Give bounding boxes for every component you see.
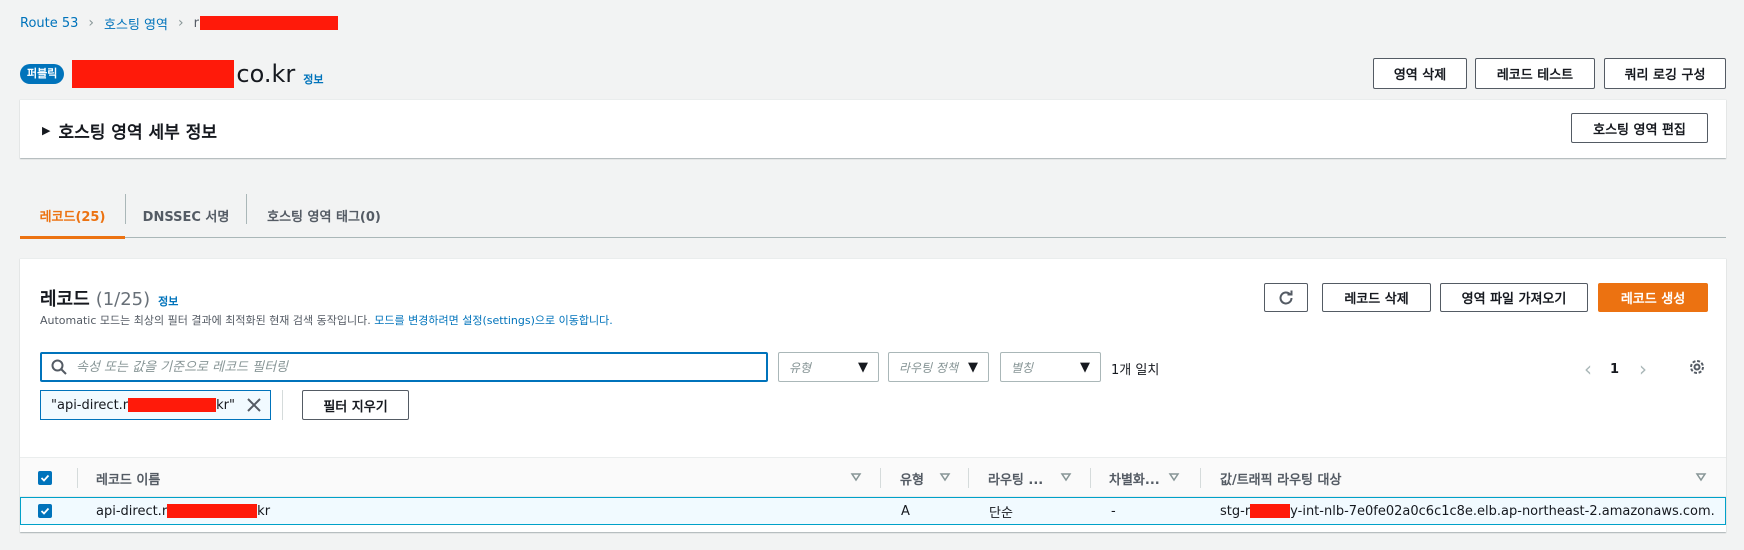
pagination: ‹ 1 ›: [1584, 357, 1647, 381]
search-icon: [42, 359, 76, 375]
column-header-differentiator[interactable]: 차별화...: [1109, 458, 1160, 498]
settings-link[interactable]: 모드를 변경하려면 설정(settings)으로 이동합니다.: [374, 314, 612, 327]
records-description: Automatic 모드는 최상의 필터 결과에 최적화된 현재 검색 동작입니…: [40, 312, 613, 328]
redaction-block: [199, 16, 338, 30]
tab-hosted-zone-tags[interactable]: 호스팅 영역 태그(0): [247, 192, 401, 238]
zone-header: 퍼블릭 co.kr 정보: [20, 57, 323, 91]
column-divider: [1090, 468, 1091, 488]
caret-right-icon: ▶: [42, 124, 51, 137]
test-record-button[interactable]: 레코드 테스트: [1475, 58, 1595, 89]
record-value-prefix: stg-r: [1220, 503, 1251, 519]
tabs: 레코드(25) DNSSEC 서명 호스팅 영역 태그(0): [20, 192, 1726, 239]
column-header-value[interactable]: 값/트래픽 라우팅 대상: [1220, 458, 1341, 498]
redaction-block: [128, 398, 217, 412]
sort-icon[interactable]: [1060, 471, 1072, 483]
public-badge: 퍼블릭: [20, 64, 65, 84]
caret-down-icon: ▼: [968, 359, 978, 375]
record-name-suffix: kr: [257, 503, 271, 519]
table-row[interactable]: api-direct.r kr A 단순 - stg-r y-int-nlb-7…: [20, 497, 1726, 525]
search-input[interactable]: [76, 359, 736, 375]
alias-filter-select[interactable]: 별칭 ▼: [1000, 352, 1101, 382]
chevron-right-icon: ›: [88, 15, 95, 31]
create-record-button[interactable]: 레코드 생성: [1598, 283, 1708, 312]
records-heading: 레코드 (1/25) 정보: [40, 285, 178, 311]
caret-down-icon: ▼: [858, 359, 868, 375]
column-divider: [968, 468, 969, 488]
page-title: co.kr: [72, 60, 295, 88]
record-name-cell: api-direct.r kr: [96, 498, 270, 524]
tab-records[interactable]: 레코드(25): [20, 192, 125, 239]
records-title: 레코드: [40, 289, 90, 310]
details-title: 호스팅 영역 세부 정보: [58, 123, 217, 143]
filter-token: "api-direct.r kr": [40, 390, 271, 420]
routing-policy-filter-select[interactable]: 라우팅 정책 ▼: [888, 352, 989, 382]
caret-down-icon: ▼: [1080, 359, 1090, 375]
close-icon[interactable]: [244, 395, 264, 415]
search-mode-text: Automatic 모드는 최상의 필터 결과에 최적화된 현재 검색 동작입니…: [40, 314, 371, 327]
breadcrumb-current-prefix: r: [193, 15, 199, 31]
delete-record-button[interactable]: 레코드 삭제: [1322, 283, 1431, 312]
select-all-checkbox[interactable]: [38, 471, 52, 485]
gear-icon[interactable]: [1688, 358, 1706, 380]
column-header-record-name[interactable]: 레코드 이름: [96, 458, 160, 498]
chevron-left-icon[interactable]: ‹: [1584, 357, 1592, 381]
refresh-icon: [1279, 290, 1293, 304]
match-count: 1개 일치: [1111, 363, 1160, 378]
filter-token-prefix: "api-direct.r: [51, 397, 129, 413]
routing-filter-label: 라우팅 정책: [899, 360, 959, 375]
records-panel: 레코드 (1/25) 정보 Automatic 모드는 최상의 필터 결과에 최…: [20, 258, 1726, 532]
sort-icon[interactable]: [1695, 471, 1707, 483]
details-expander[interactable]: ▶ 호스팅 영역 세부 정보: [42, 118, 217, 143]
clear-filters-button[interactable]: 필터 지우기: [302, 390, 409, 420]
breadcrumb: Route 53 › 호스팅 영역 › r: [20, 13, 338, 33]
hosted-zone-details-panel: ▶ 호스팅 영역 세부 정보 호스팅 영역 편집: [20, 99, 1726, 158]
row-checkbox[interactable]: [38, 504, 52, 518]
edit-hosted-zone-button[interactable]: 호스팅 영역 편집: [1571, 113, 1708, 143]
sort-icon[interactable]: [1168, 471, 1180, 483]
alias-filter-label: 별칭: [1011, 360, 1034, 375]
filter-token-suffix: kr": [216, 397, 236, 413]
record-value-cell: stg-r y-int-nlb-7e0fe02a0c6c1c8e.elb.ap-…: [1220, 498, 1715, 524]
record-routing-cell: 단순: [989, 505, 1013, 521]
chevron-right-icon[interactable]: ›: [1639, 357, 1647, 381]
column-header-type[interactable]: 유형: [900, 458, 924, 498]
column-divider: [880, 468, 881, 488]
sort-icon[interactable]: [939, 471, 951, 483]
type-filter-select[interactable]: 유형 ▼: [778, 352, 879, 382]
breadcrumb-current: r: [194, 16, 338, 31]
redaction-block: [1250, 504, 1291, 518]
tab-dnssec[interactable]: DNSSEC 서명: [126, 192, 246, 238]
sort-icon[interactable]: [850, 471, 862, 483]
info-link[interactable]: 정보: [158, 293, 178, 309]
records-count: (1/25): [95, 289, 151, 310]
record-value-suffix: y-int-nlb-7e0fe02a0c6c1c8e.elb.ap-northe…: [1290, 503, 1715, 519]
record-filter-search: [40, 352, 768, 382]
refresh-button[interactable]: [1264, 283, 1308, 312]
token-divider: [282, 390, 283, 420]
chevron-right-icon: ›: [177, 15, 184, 31]
column-header-routing[interactable]: 라우팅 ...: [988, 458, 1043, 498]
check-icon: [40, 507, 50, 515]
column-divider: [1200, 468, 1201, 488]
page-number[interactable]: 1: [1610, 362, 1619, 377]
record-name-prefix: api-direct.r: [96, 503, 168, 519]
breadcrumb-route53[interactable]: Route 53: [20, 16, 78, 31]
records-table-header: 레코드 이름 유형 라우팅 ... 차별화... 값/트래픽 라우팅 대상: [20, 457, 1726, 497]
query-logging-button[interactable]: 쿼리 로깅 구성: [1604, 58, 1726, 89]
delete-zone-button[interactable]: 영역 삭제: [1373, 58, 1467, 89]
info-link[interactable]: 정보: [303, 71, 323, 87]
redaction-block: [167, 504, 258, 518]
redaction-block: [72, 60, 235, 88]
type-filter-label: 유형: [789, 360, 812, 375]
zone-suffix: co.kr: [236, 60, 296, 88]
check-icon: [40, 474, 50, 482]
record-type-cell: A: [901, 503, 910, 519]
record-differentiator-cell: -: [1111, 503, 1116, 519]
import-zone-file-button[interactable]: 영역 파일 가져오기: [1440, 283, 1588, 312]
column-divider: [77, 468, 78, 488]
breadcrumb-hosted-zones[interactable]: 호스팅 영역: [104, 14, 168, 33]
